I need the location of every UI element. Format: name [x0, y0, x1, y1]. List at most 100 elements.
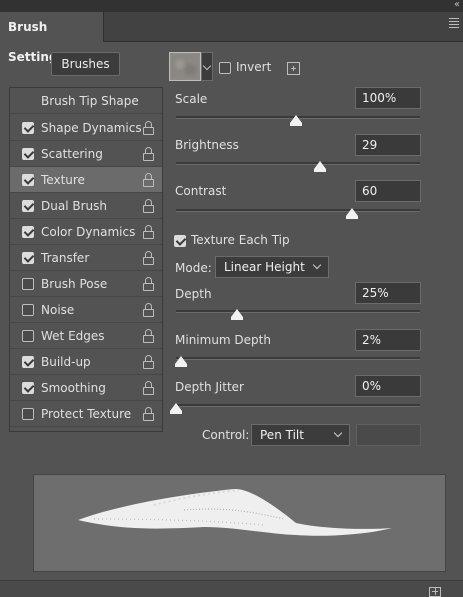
sidebar-item-label: Dual Brush: [41, 199, 107, 213]
contrast-slider-thumb[interactable]: [345, 208, 358, 219]
chevron-down-icon: [333, 428, 343, 438]
sidebar-item-checkbox[interactable]: [22, 200, 34, 212]
brush-settings-sidebar: Brush Tip Shape Shape Dynamics Scattering…: [9, 87, 163, 432]
sidebar-item-label: Texture: [41, 173, 85, 187]
control-select[interactable]: Pen Tilt: [251, 424, 350, 446]
sidebar-item-label: Wet Edges: [41, 329, 105, 343]
brush-stroke-preview: [33, 474, 446, 572]
sidebar-item-checkbox[interactable]: [22, 252, 34, 264]
scale-input[interactable]: 100%: [355, 87, 421, 109]
unlock-icon[interactable]: [143, 121, 155, 135]
minimum-depth-slider[interactable]: [174, 356, 420, 367]
sidebar-item-checkbox[interactable]: [22, 278, 34, 290]
sidebar-item-brush-pose[interactable]: Brush Pose: [10, 271, 162, 297]
sidebar-item-protect-texture[interactable]: Protect Texture: [10, 401, 162, 427]
unlock-icon[interactable]: [143, 199, 155, 213]
panel-menu-icon[interactable]: [449, 18, 459, 30]
brushes-button[interactable]: Brushes: [51, 52, 120, 76]
panel-bottom-strip: [0, 580, 463, 597]
depth-slider-thumb[interactable]: [231, 309, 243, 320]
mode-label: Mode:: [175, 261, 212, 275]
sidebar-item-checkbox[interactable]: [22, 382, 34, 394]
create-preset-icon[interactable]: [287, 62, 300, 75]
panel-tab-bar: Brush Settings: [0, 12, 463, 64]
mode-select[interactable]: Linear Height: [215, 256, 329, 278]
scale-label: Scale: [175, 92, 208, 106]
sidebar-item-checkbox[interactable]: [22, 356, 34, 368]
tab-brush-settings[interactable]: Brush Settings: [0, 12, 104, 64]
depth-label: Depth: [175, 287, 212, 301]
depth-jitter-slider[interactable]: [170, 403, 420, 414]
unlock-icon[interactable]: [143, 355, 155, 369]
pattern-picker-dropdown[interactable]: [201, 52, 213, 81]
sidebar-item-checkbox[interactable]: [22, 122, 34, 134]
scale-slider-thumb[interactable]: [289, 115, 302, 126]
minimum-depth-slider-thumb[interactable]: [174, 356, 187, 367]
mode-select-value: Linear Height: [224, 260, 305, 274]
control-fade-input: [356, 424, 421, 446]
contrast-slider[interactable]: [176, 208, 420, 219]
control-label: Control:: [202, 428, 250, 442]
texture-pattern-swatch[interactable]: [169, 52, 201, 81]
sidebar-item-dual-brush[interactable]: Dual Brush: [10, 193, 162, 219]
sidebar-item-checkbox[interactable]: [22, 148, 34, 160]
brightness-slider-thumb[interactable]: [313, 161, 326, 172]
unlock-icon[interactable]: [143, 329, 155, 343]
sidebar-item-label: Build-up: [41, 355, 91, 369]
sidebar-item-label: Protect Texture: [41, 407, 132, 421]
texture-each-tip-label: Texture Each Tip: [191, 233, 290, 247]
sidebar-item-checkbox[interactable]: [22, 304, 34, 316]
minimum-depth-label: Minimum Depth: [175, 333, 271, 347]
sidebar-item-label: Transfer: [41, 251, 90, 265]
invert-label: Invert: [236, 60, 272, 74]
unlock-icon[interactable]: [143, 407, 155, 421]
sidebar-item-checkbox[interactable]: [22, 226, 34, 238]
depth-jitter-slider-thumb[interactable]: [170, 403, 182, 414]
depth-slider[interactable]: [176, 309, 420, 320]
sidebar-item-texture[interactable]: Texture: [10, 167, 162, 193]
contrast-label: Contrast: [175, 184, 227, 198]
depth-input[interactable]: 25%: [355, 282, 421, 304]
sidebar-item-checkbox[interactable]: [22, 408, 34, 420]
sidebar-item-noise[interactable]: Noise: [10, 297, 162, 323]
sidebar-item-color-dynamics[interactable]: Color Dynamics: [10, 219, 162, 245]
sidebar-item-wet-edges[interactable]: Wet Edges: [10, 323, 162, 349]
unlock-icon[interactable]: [143, 251, 155, 265]
brightness-slider[interactable]: [176, 161, 420, 172]
invert-checkbox[interactable]: [219, 62, 231, 74]
sidebar-item-label: Scattering: [41, 147, 103, 161]
sidebar-item-shape-dynamics[interactable]: Shape Dynamics: [10, 115, 162, 141]
minimum-depth-input[interactable]: 2%: [355, 329, 421, 351]
unlock-icon[interactable]: [143, 225, 155, 239]
brightness-input[interactable]: 29: [355, 134, 421, 156]
new-brush-icon[interactable]: [429, 587, 441, 597]
control-select-value: Pen Tilt: [260, 428, 304, 442]
sidebar-item-label: Brush Pose: [41, 277, 108, 291]
depth-jitter-input[interactable]: 0%: [355, 375, 421, 397]
unlock-icon[interactable]: [143, 173, 155, 187]
sidebar-item-label: Smoothing: [41, 381, 106, 395]
unlock-icon[interactable]: [143, 277, 155, 291]
sidebar-item-label: Shape Dynamics: [41, 121, 142, 135]
sidebar-item-checkbox[interactable]: [22, 330, 34, 342]
sidebar-item-build-up[interactable]: Build-up: [10, 349, 162, 375]
chevron-down-icon: [312, 260, 322, 270]
texture-each-tip-checkbox[interactable]: [174, 235, 186, 247]
sidebar-item-transfer[interactable]: Transfer: [10, 245, 162, 271]
unlock-icon[interactable]: [143, 147, 155, 161]
unlock-icon[interactable]: [143, 381, 155, 395]
sidebar-item-brush-tip-shape[interactable]: Brush Tip Shape: [10, 88, 162, 114]
sidebar-item-checkbox[interactable]: [22, 174, 34, 186]
brightness-label: Brightness: [175, 138, 239, 152]
sidebar-item-label: Noise: [41, 303, 75, 317]
sidebar-item-scattering[interactable]: Scattering: [10, 141, 162, 167]
depth-jitter-label: Depth Jitter: [175, 380, 244, 394]
contrast-input[interactable]: 60: [355, 180, 421, 202]
scale-slider[interactable]: [176, 115, 420, 126]
collapse-panel-icon[interactable]: ‹‹: [454, 0, 460, 10]
sidebar-item-label: Brush Tip Shape: [41, 94, 139, 108]
unlock-icon[interactable]: [143, 303, 155, 317]
sidebar-item-smoothing[interactable]: Smoothing: [10, 375, 162, 401]
sidebar-item-label: Color Dynamics: [41, 225, 136, 239]
panel-top-strip: ‹‹: [0, 0, 463, 12]
